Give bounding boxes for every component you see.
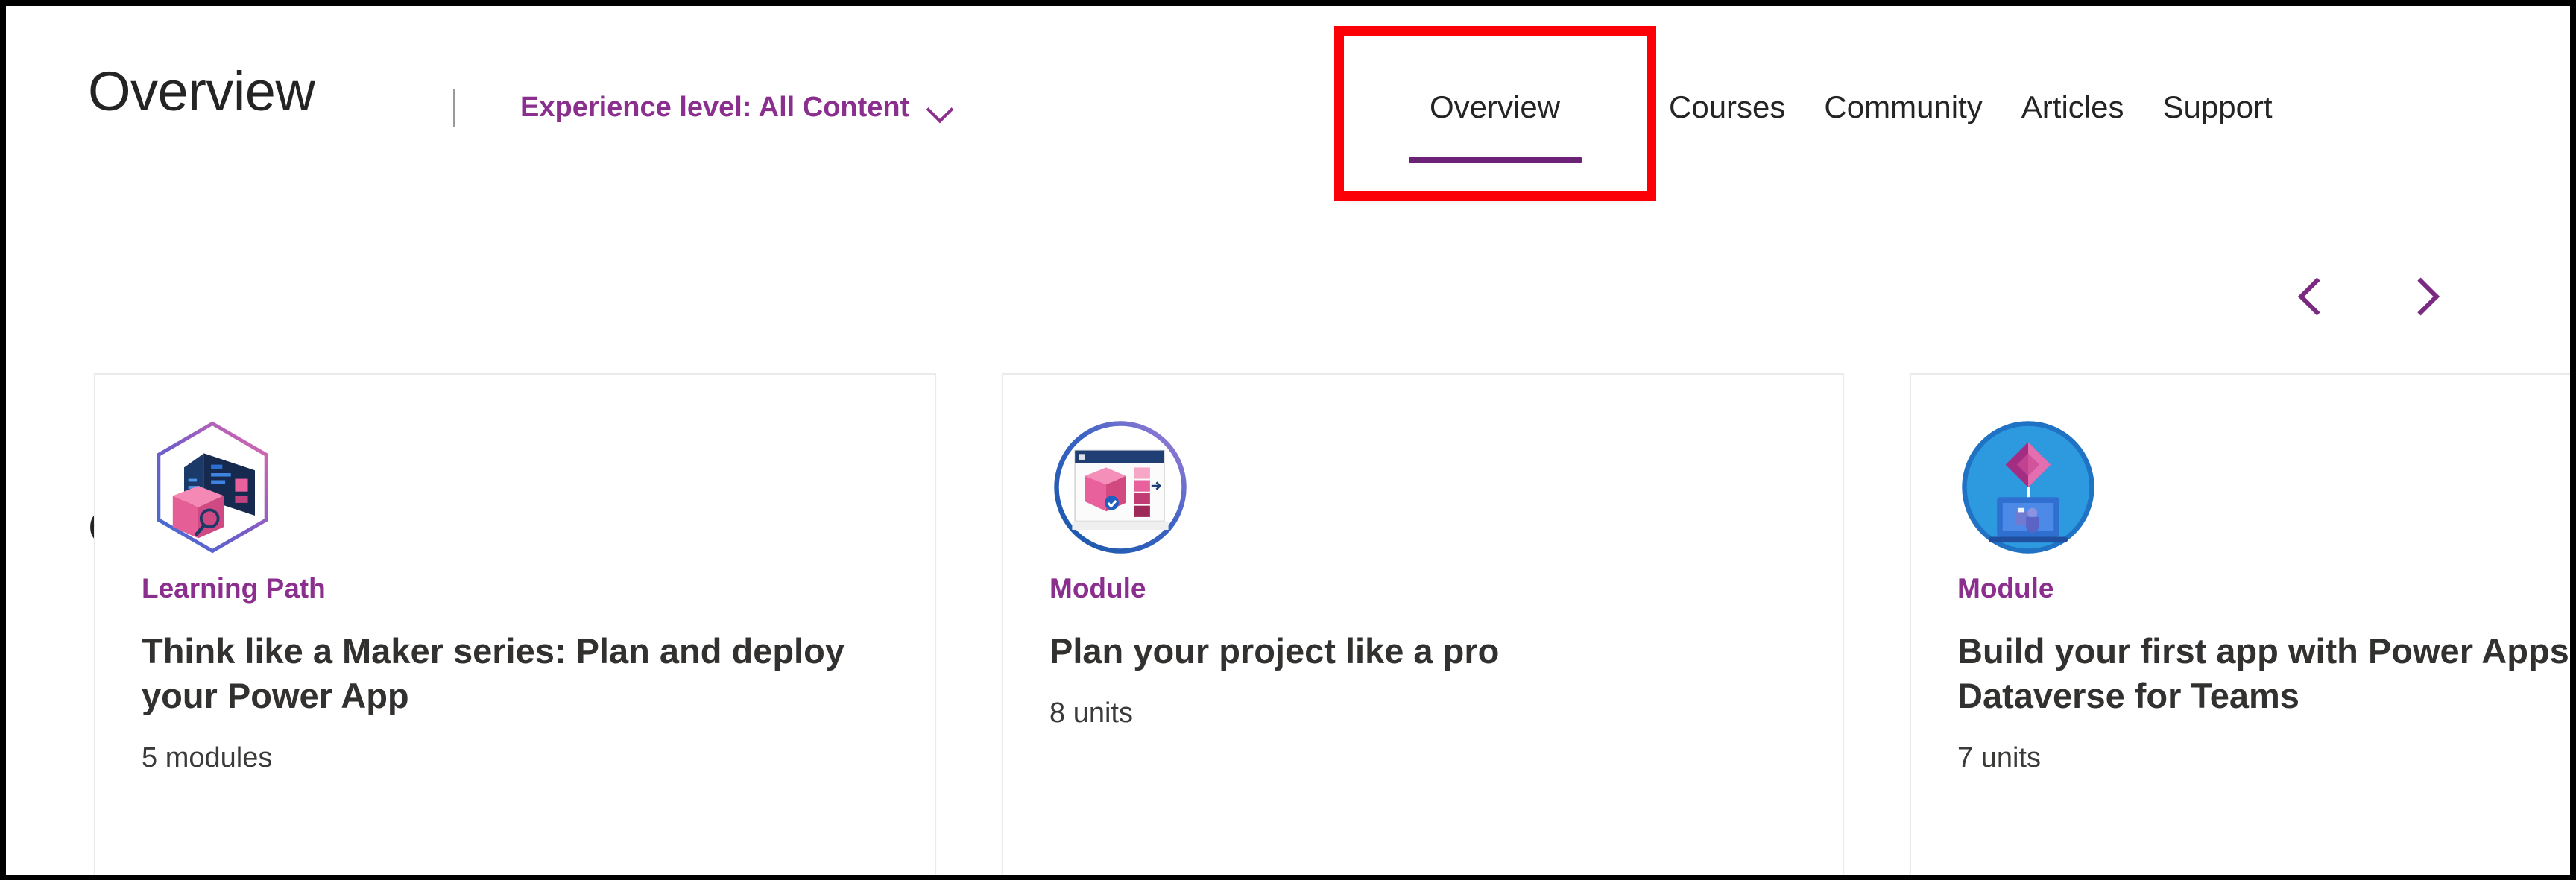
screenshot-frame: Overview Experience level: All Content O…: [0, 0, 2576, 880]
tab-community[interactable]: Community: [1805, 32, 2001, 196]
card-title: Think like a Maker series: Plan and depl…: [142, 631, 845, 716]
page-header: Overview Experience level: All Content O…: [6, 6, 2570, 206]
tab-overview-label: Overview: [1429, 89, 1561, 124]
guided-learning-card-list: Learning Path Think like a Maker series:…: [94, 373, 2570, 875]
card-title: Plan your project like a pro: [1049, 631, 1500, 671]
module-planning-circle-icon: [1049, 417, 1191, 558]
chevron-left-icon[interactable]: [2287, 270, 2339, 323]
module-teams-dataverse-circle-icon: [1957, 417, 2099, 558]
card-meta: 8 units: [1049, 697, 1133, 729]
tab-courses[interactable]: Courses: [1650, 32, 1805, 196]
experience-level-dropdown[interactable]: Experience level: All Content: [520, 93, 953, 121]
card-meta: 7 units: [1957, 742, 2041, 774]
tab-overview[interactable]: Overview: [1340, 32, 1650, 196]
card-title: Build your first app with Power Apps and…: [1957, 631, 2569, 716]
title-divider: [453, 89, 455, 127]
list-item[interactable]: Learning Path Think like a Maker series:…: [94, 373, 936, 875]
card-kicker: Module: [1957, 573, 2054, 604]
carousel-controls: [2287, 270, 2451, 323]
card-meta: 5 modules: [142, 742, 273, 774]
chevron-down-icon: [926, 94, 953, 121]
tab-community-label: Community: [1824, 89, 1983, 124]
tab-articles-label: Articles: [2021, 89, 2124, 124]
top-navigation-tabs: Overview Courses Community Articles Supp…: [1340, 32, 2292, 200]
tab-articles[interactable]: Articles: [2002, 32, 2144, 196]
tab-support[interactable]: Support: [2144, 32, 2292, 196]
card-kicker: Module: [1049, 573, 1146, 604]
active-tab-underline: [1408, 157, 1582, 163]
tab-courses-label: Courses: [1669, 89, 1786, 124]
list-item[interactable]: Module Build your first app with Power A…: [1910, 373, 2570, 875]
section-header: Guided learning See all: [6, 252, 2570, 551]
experience-level-label: Experience level: All Content: [520, 92, 910, 123]
list-item[interactable]: Module Plan your project like a pro 8 un…: [1002, 373, 1844, 875]
page-title: Overview: [88, 60, 315, 122]
card-kicker: Learning Path: [142, 573, 326, 604]
tab-support-label: Support: [2162, 89, 2273, 124]
chevron-right-icon[interactable]: [2399, 270, 2451, 323]
page-viewport: Overview Experience level: All Content O…: [6, 6, 2570, 875]
learning-path-hexagon-icon: [142, 417, 283, 558]
